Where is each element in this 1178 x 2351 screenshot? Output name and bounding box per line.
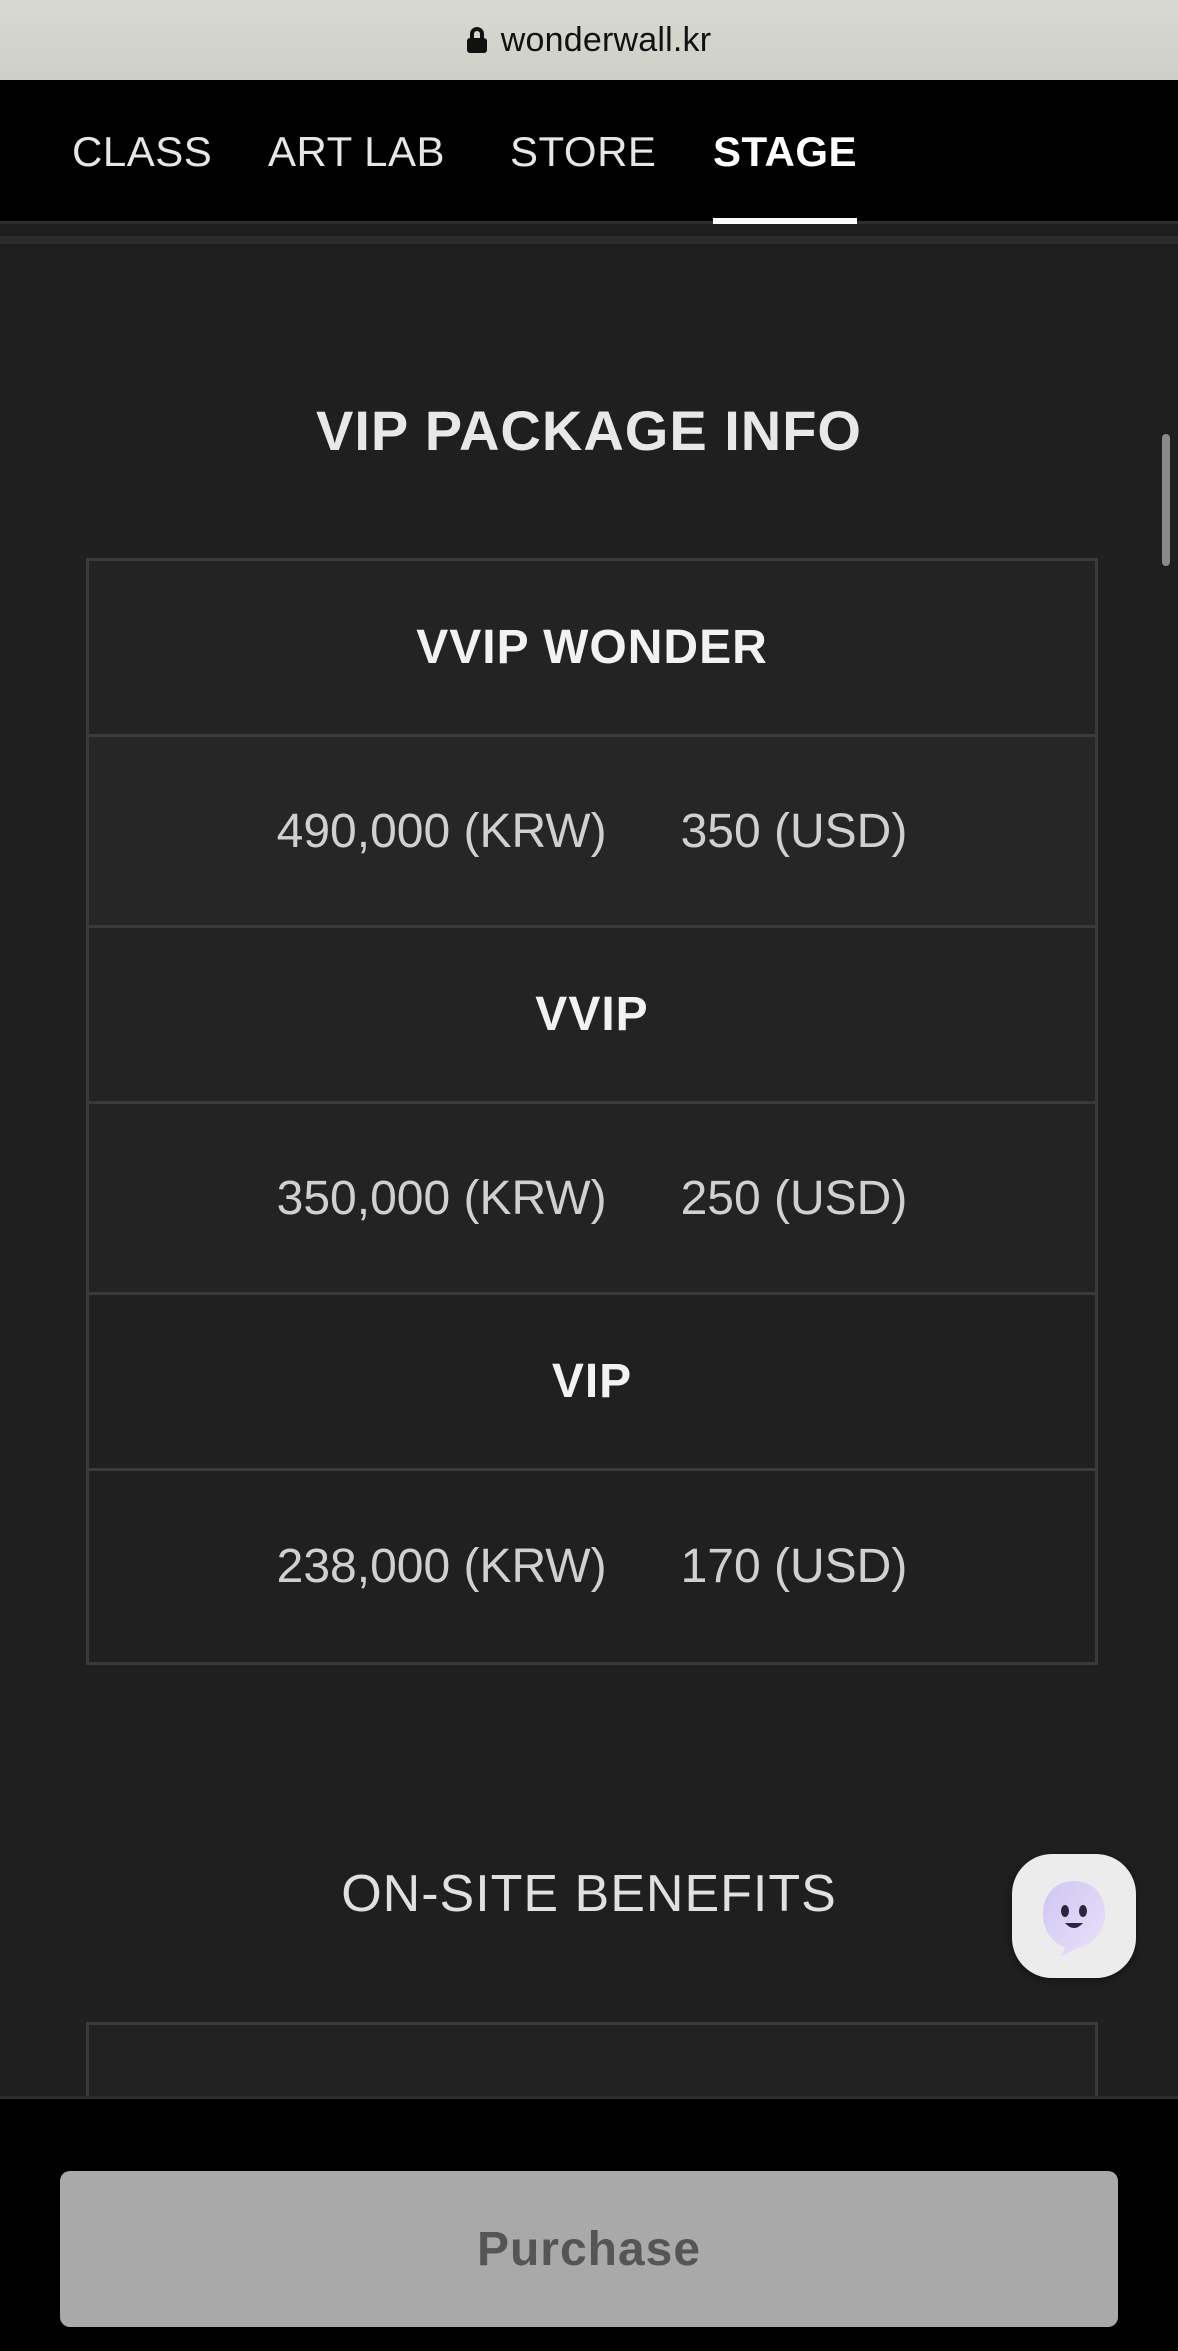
top-navigation: CLASS ART LAB STORE STAGE (0, 80, 1178, 224)
on-site-benefits-title: ON-SITE BENEFITS (341, 1865, 837, 1923)
main-content[interactable]: VIP PACKAGE INFO VVIP WONDER 490,000 (KR… (0, 244, 1178, 2096)
nav-item-art-lab[interactable]: ART LAB (268, 80, 445, 224)
nav-item-store[interactable]: STORE (510, 80, 656, 224)
package-price-row: 490,000 (KRW) 350 (USD) (89, 737, 1095, 928)
price-krw: 490,000 (KRW) (276, 804, 607, 858)
package-name: VIP (551, 1355, 633, 1408)
lock-icon (466, 27, 487, 53)
package-price-row: 350,000 (KRW) 250 (USD) (89, 1104, 1095, 1295)
price-krw: 238,000 (KRW) (276, 1540, 607, 1593)
nav-divider (0, 236, 1178, 244)
url-text: wonderwall.kr (500, 20, 712, 59)
price-usd: 250 (USD) (680, 1171, 908, 1225)
vip-package-title: VIP PACKAGE INFO (315, 399, 862, 462)
benefits-table (86, 2022, 1098, 2096)
browser-url-bar[interactable]: wonderwall.kr (0, 0, 1178, 80)
package-price-row: 238,000 (KRW) 170 (USD) (89, 1471, 1095, 1662)
ghost-chat-icon (1043, 1881, 1105, 1957)
chat-button[interactable] (1012, 1854, 1136, 1978)
price-usd: 350 (USD) (680, 804, 908, 858)
vip-package-table: VVIP WONDER 490,000 (KRW) 350 (USD) VVIP… (86, 558, 1098, 1665)
bottom-purchase-bar: Purchase (0, 2096, 1178, 2351)
package-name: VVIP WONDER (416, 621, 768, 674)
package-name-row: VVIP WONDER (89, 561, 1095, 737)
price-usd: 170 (USD) (680, 1540, 908, 1593)
nav-item-stage[interactable]: STAGE (713, 80, 858, 224)
price-krw: 350,000 (KRW) (276, 1171, 607, 1225)
url-display[interactable]: wonderwall.kr (466, 20, 712, 60)
package-name-row: VIP (89, 1295, 1095, 1471)
nav-item-class[interactable]: CLASS (72, 80, 212, 224)
purchase-button[interactable]: Purchase (60, 2171, 1118, 2327)
package-name: VVIP (535, 988, 649, 1041)
package-name-row: VVIP (89, 928, 1095, 1104)
